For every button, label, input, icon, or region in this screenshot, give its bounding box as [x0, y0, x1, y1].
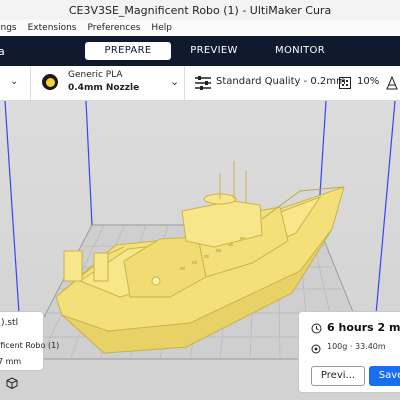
- stage-tabs: PREPARE PREVIEW MONITOR: [85, 42, 343, 60]
- save-button-label: Save: [378, 370, 400, 381]
- sliders-icon: [195, 76, 211, 90]
- material-name: Generic PLA: [68, 70, 123, 80]
- window-title-bar: CE3V3SE_Magnificent Robo (1) - UltiMaker…: [0, 0, 400, 21]
- window-title: CE3V3SE_Magnificent Robo (1) - UltiMaker…: [68, 3, 332, 17]
- chevron-down-icon: ⌄: [170, 75, 180, 88]
- menu-preferences[interactable]: Preferences: [87, 23, 140, 33]
- print-estimate-panel: 6 hours 2 minut 100g · 33.40m Previ... S…: [298, 311, 400, 393]
- nozzle-size: 0.4mm Nozzle: [68, 83, 140, 93]
- cube-icon[interactable]: [6, 377, 18, 389]
- spool-icon: [311, 344, 321, 354]
- support-icon: [386, 76, 398, 90]
- quality-label: Standard Quality - 0.2mm: [216, 76, 346, 87]
- tab-preview[interactable]: PREVIEW: [171, 42, 257, 60]
- tab-prepare[interactable]: PREPARE: [85, 42, 171, 60]
- material-estimate: 100g · 33.40m: [327, 342, 386, 351]
- menu-bar: ings Extensions Preferences Help: [0, 20, 400, 36]
- clock-icon: [311, 323, 322, 334]
- infill-icon: [339, 77, 351, 89]
- menu-help[interactable]: Help: [151, 23, 172, 33]
- object-name: ificent Robo (1): [0, 341, 60, 350]
- object-file-name: ).stl: [1, 318, 19, 328]
- printer-selector[interactable]: ⌄: [0, 66, 31, 100]
- save-button[interactable]: Save: [369, 366, 400, 386]
- object-dimensions: 7 mm: [0, 357, 22, 366]
- infill-value: 10%: [357, 76, 380, 87]
- tab-monitor[interactable]: MONITOR: [257, 42, 343, 60]
- chevron-down-icon: ⌄: [10, 76, 19, 87]
- preview-button[interactable]: Previ...: [311, 366, 365, 386]
- preview-button-label: Previ...: [320, 370, 356, 381]
- menu-extensions[interactable]: Extensions: [28, 23, 77, 33]
- menu-settings[interactable]: ings: [0, 23, 17, 33]
- print-time: 6 hours 2 minut: [327, 321, 400, 334]
- 3d-viewport[interactable]: ).stl ificent Robo (1) 7 mm 6 hours 2 mi…: [0, 101, 400, 400]
- spool-icon: [42, 74, 58, 90]
- print-settings-selector[interactable]: Standard Quality - 0.2mm 10%: [186, 66, 400, 100]
- print-setup-toolbar: ⌄ Generic PLA 0.4mm Nozzle ⌄ Standard Qu…: [0, 66, 400, 101]
- material-selector[interactable]: Generic PLA 0.4mm Nozzle ⌄: [32, 66, 185, 100]
- app-logo: a: [0, 45, 5, 58]
